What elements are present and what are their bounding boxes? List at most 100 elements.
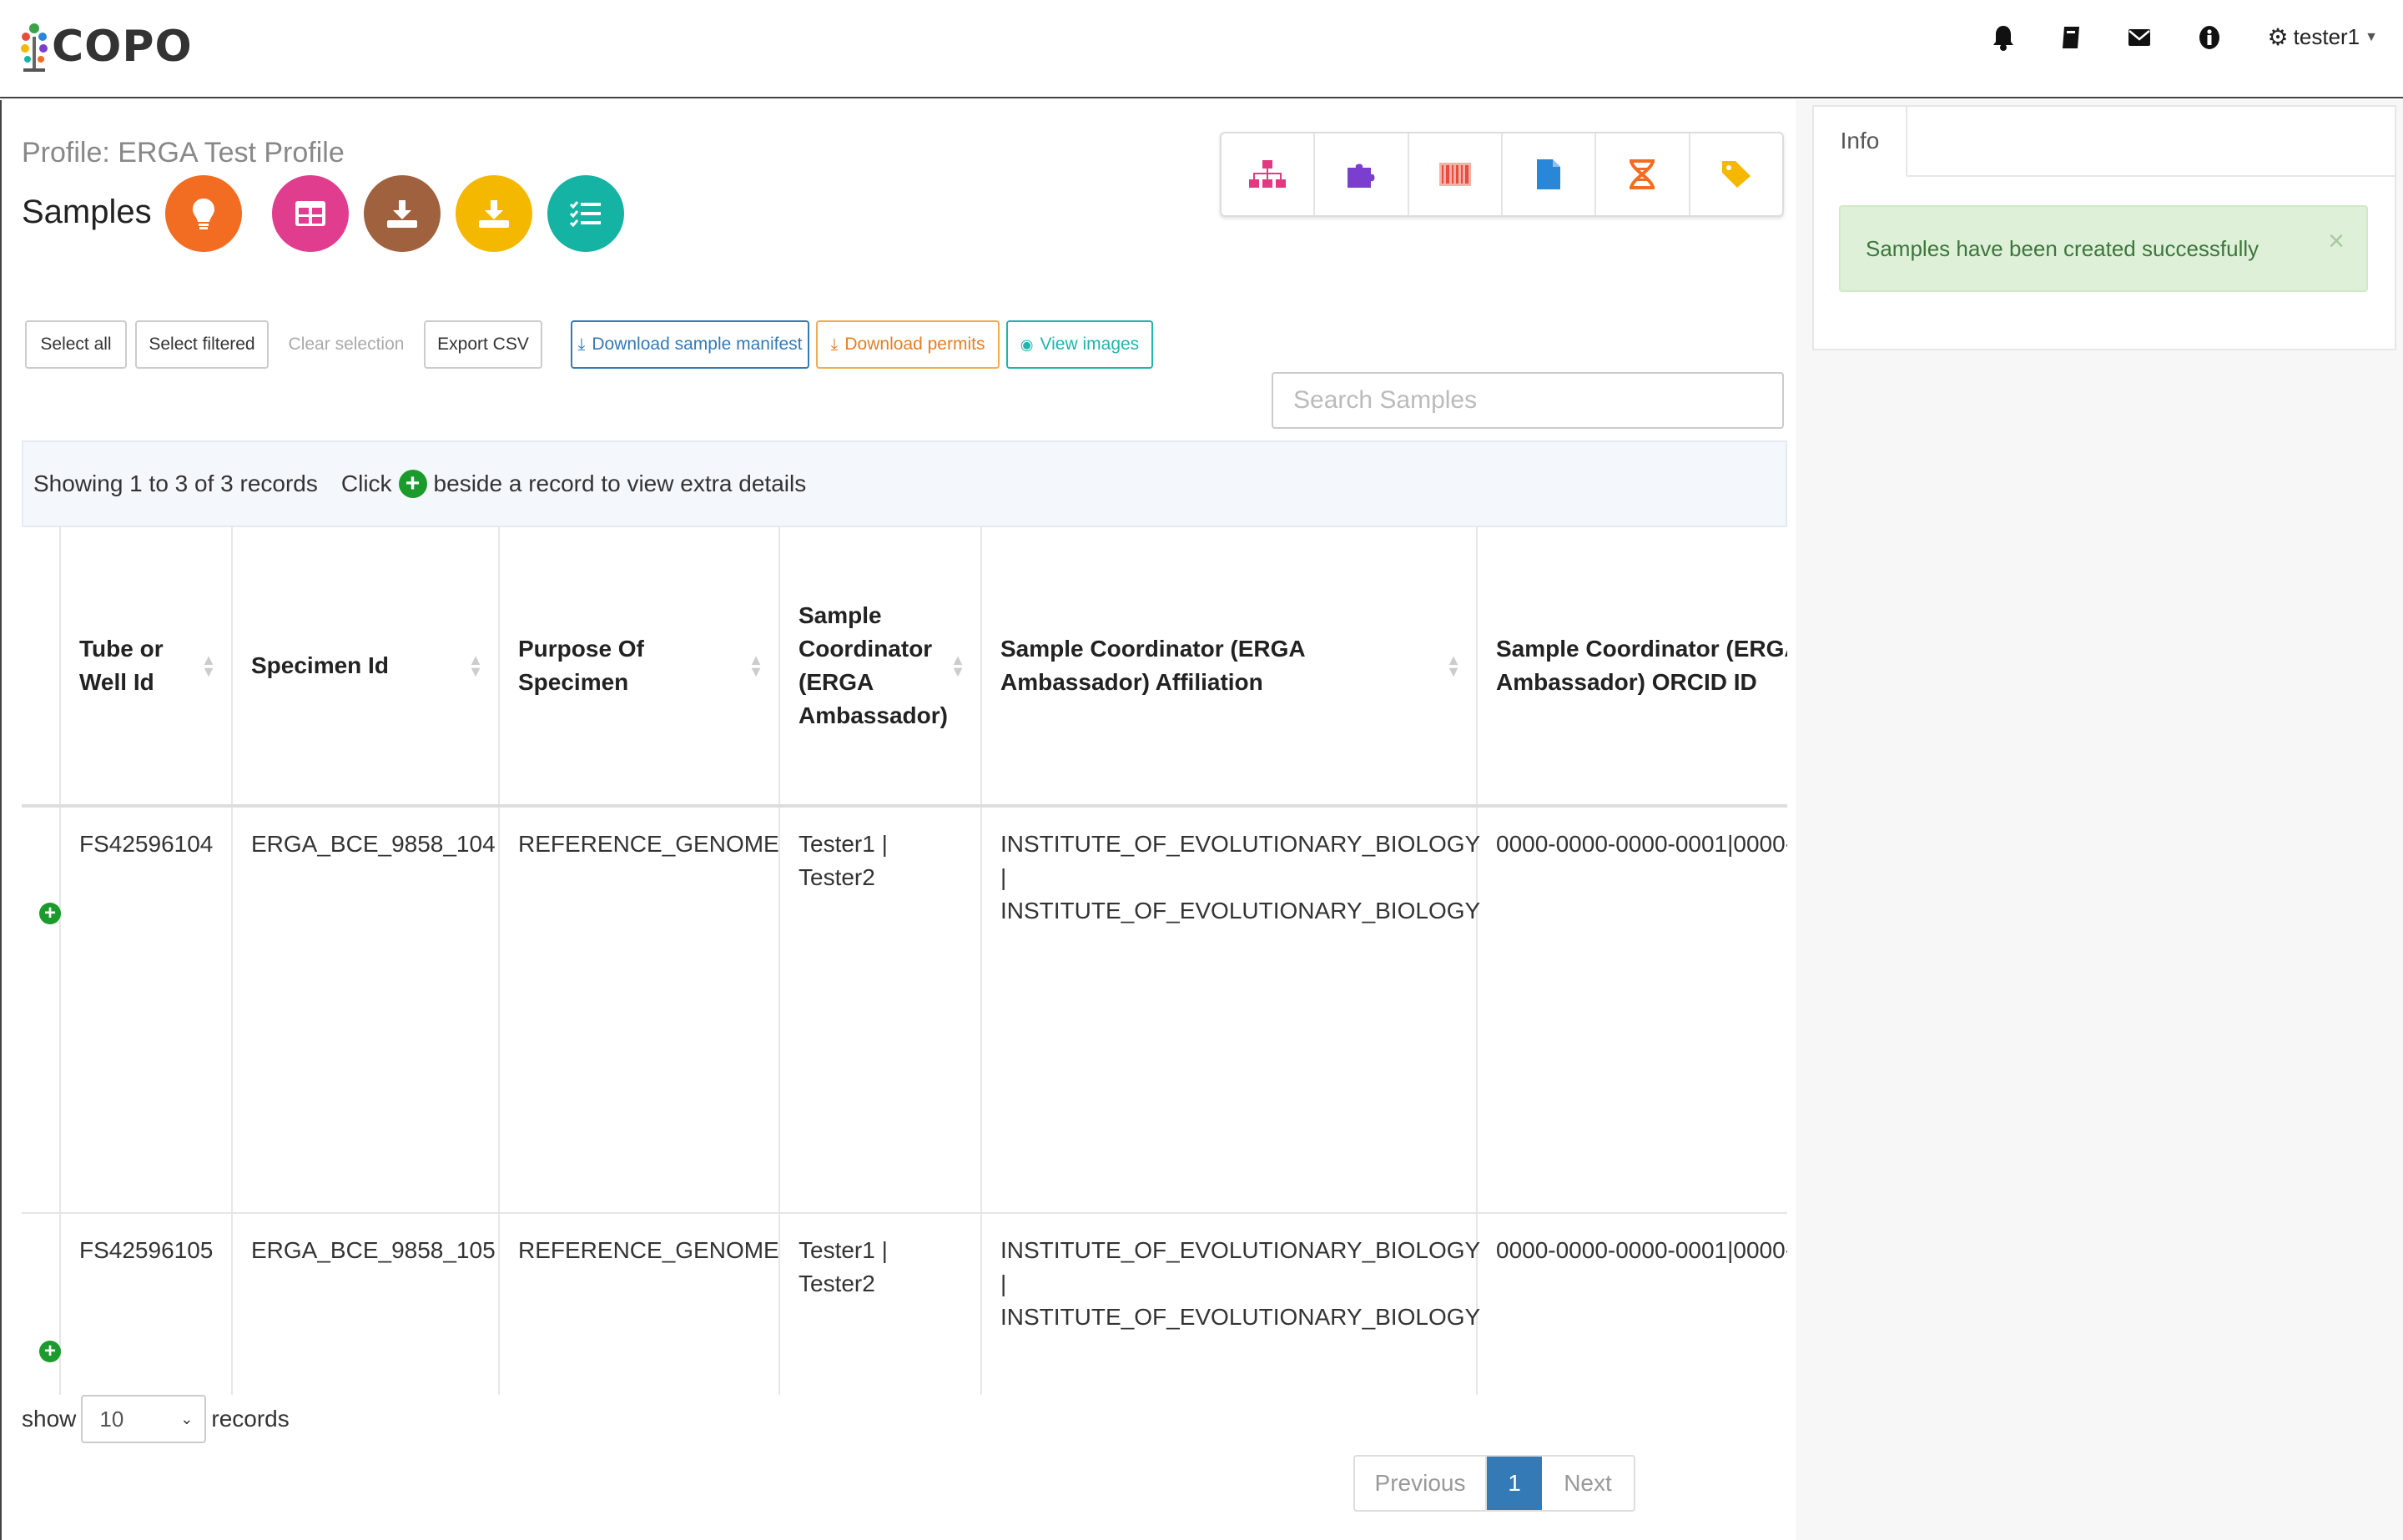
export-csv-button[interactable]: Export CSV bbox=[424, 320, 542, 369]
puzzle-icon bbox=[1348, 164, 1375, 188]
copo-logo[interactable]: COPO bbox=[20, 17, 193, 77]
table-cell: REFERENCE_GENOME bbox=[499, 1213, 780, 1395]
barcode-icon bbox=[1438, 163, 1471, 186]
search-input[interactable]: Search Samples bbox=[1272, 372, 1784, 429]
records-label: records bbox=[211, 1406, 290, 1432]
spreadsheet-button[interactable] bbox=[272, 175, 349, 252]
column-header-purpose[interactable]: Purpose Of Specimen ▲ ▼ bbox=[499, 527, 780, 808]
download-alt-icon bbox=[479, 200, 509, 228]
profile-title: Profile: ERGA Test Profile bbox=[22, 137, 345, 169]
download-icon: ⤓ bbox=[830, 335, 839, 354]
page-size-select[interactable]: 10 ⌄ bbox=[81, 1395, 207, 1443]
download-permits-label: Download permits bbox=[844, 335, 985, 354]
records-info: Showing 1 to 3 of 3 records Click + besi… bbox=[22, 440, 1787, 527]
column-header-label: Tube or Well Id bbox=[79, 636, 164, 695]
tab-info[interactable]: Info bbox=[1814, 107, 1907, 177]
plus-circle-icon: + bbox=[398, 470, 427, 498]
table-row: + FS42596104 ERGA_BCE_9858_104 REFERENCE… bbox=[22, 806, 1787, 1214]
sort-icon: ▲ ▼ bbox=[468, 652, 483, 680]
top-navbar: COPO ⚙ tester1 ▼ bbox=[0, 0, 2403, 98]
page-size-value: 10 bbox=[99, 1406, 124, 1432]
tag-icon bbox=[1721, 161, 1751, 188]
success-alert: Samples have been created successfully × bbox=[1839, 205, 2368, 292]
column-header-label: Sample Coordinator (ERGA Ambassador) ORC… bbox=[1496, 636, 1787, 695]
row-expand-cell: + bbox=[22, 1213, 61, 1395]
lightbulb-icon bbox=[193, 199, 214, 229]
show-label: show bbox=[22, 1406, 77, 1432]
info-circle-icon[interactable] bbox=[2198, 25, 2221, 50]
samples-table: Tube or Well Id ▲ ▼ Specimen Id ▲ ▼ Purpose … bbox=[22, 527, 1787, 1395]
next-page-button[interactable]: Next bbox=[1542, 1457, 1634, 1510]
main-content: Profile: ERGA Test Profile Samples Selec… bbox=[0, 100, 1794, 1540]
column-header-orcid[interactable]: Sample Coordinator (ERGA Ambassador) ORC… bbox=[1477, 527, 1787, 808]
book-icon[interactable] bbox=[2061, 25, 2081, 50]
toolbar-file-button[interactable] bbox=[1503, 133, 1597, 215]
table-cell: ERGA_BCE_9858_105 bbox=[232, 1213, 500, 1395]
toolbar-tag-button[interactable] bbox=[1690, 133, 1782, 215]
toolbar-sequence-button[interactable] bbox=[1596, 133, 1690, 215]
bell-icon[interactable] bbox=[1992, 24, 2014, 51]
column-header-affiliation[interactable]: Sample Coordinator (ERGA Ambassador) Aff… bbox=[981, 527, 1478, 808]
dna-icon bbox=[1630, 159, 1655, 189]
sort-icon: ▲ ▼ bbox=[748, 652, 763, 680]
download-icon: ⤓ bbox=[577, 335, 586, 354]
table-cell: 0000-0000-0000-0001|0000-0000-0000-0002 bbox=[1477, 1213, 1787, 1395]
column-header-label: Sample Coordinator (ERGA Ambassador) Aff… bbox=[1000, 636, 1305, 695]
select-filtered-button[interactable]: Select filtered bbox=[135, 320, 269, 369]
eye-icon: ◉ bbox=[1020, 335, 1034, 353]
sort-icon: ▲ ▼ bbox=[950, 652, 965, 680]
table-icon bbox=[295, 201, 325, 226]
page-size-control: show 10 ⌄ records bbox=[22, 1395, 290, 1443]
column-header-label: Sample Coordinator (ERGA Ambassador) bbox=[798, 602, 948, 728]
hint-text: beside a record to view extra details bbox=[433, 471, 807, 496]
toolbar-barcode-button[interactable] bbox=[1409, 133, 1503, 215]
gear-icon: ⚙ bbox=[2267, 24, 2289, 50]
column-header-label: Purpose Of Specimen bbox=[518, 636, 644, 695]
select-all-button[interactable]: Select all bbox=[25, 320, 127, 369]
alert-message: Samples have been created successfully bbox=[1866, 235, 2259, 261]
download-template-button[interactable] bbox=[364, 175, 441, 252]
download-sample-manifest-button[interactable]: ⤓ Download sample manifest bbox=[571, 320, 809, 369]
column-header-tube-id[interactable]: Tube or Well Id ▲ ▼ bbox=[60, 527, 233, 808]
checklist-icon bbox=[570, 201, 601, 227]
view-images-label: View images bbox=[1040, 335, 1140, 354]
table-cell: INSTITUTE_OF_EVOLUTIONARY_BIOLOGY | INST… bbox=[981, 806, 1480, 1214]
page-1-button[interactable]: 1 bbox=[1487, 1457, 1542, 1510]
column-header-label: Specimen Id bbox=[251, 652, 389, 678]
logo-text: COPO bbox=[52, 22, 193, 72]
table-row: + FS42596105 ERGA_BCE_9858_105 REFERENCE… bbox=[22, 1213, 1787, 1395]
click-text: Click bbox=[340, 471, 392, 496]
table-cell: REFERENCE_GENOME bbox=[499, 806, 780, 1214]
download-icon bbox=[387, 200, 417, 228]
sort-icon: ▲ ▼ bbox=[1446, 652, 1461, 680]
close-icon[interactable]: × bbox=[2328, 225, 2345, 258]
checklist-button[interactable] bbox=[547, 175, 624, 252]
envelope-icon[interactable] bbox=[2128, 28, 2151, 48]
toolbar-sample-button[interactable] bbox=[1315, 133, 1409, 215]
info-panel: Info Samples have been created successfu… bbox=[1812, 105, 2396, 350]
view-images-button[interactable]: ◉ View images bbox=[1006, 320, 1153, 369]
column-header-specimen-id[interactable]: Specimen Id ▲ ▼ bbox=[232, 527, 500, 808]
right-sidebar: Info Samples have been created successfu… bbox=[1796, 100, 2403, 1540]
pagination: Previous 1 Next bbox=[1353, 1455, 1635, 1512]
column-header-control bbox=[22, 527, 61, 808]
tree-logo-icon bbox=[21, 23, 48, 72]
download-sample-manifest-label: Download sample manifest bbox=[592, 335, 803, 354]
username: tester1 bbox=[2293, 24, 2360, 49]
file-icon bbox=[1537, 159, 1561, 189]
column-header-coordinator[interactable]: Sample Coordinator (ERGA Ambassador) ▲ ▼ bbox=[779, 527, 982, 808]
table-cell: FS42596105 bbox=[60, 1213, 233, 1395]
toolbar-profile-button[interactable] bbox=[1222, 133, 1316, 215]
table-cell: Tester1 | Tester2 bbox=[779, 806, 982, 1214]
download-permits-button[interactable]: ⤓ Download permits bbox=[816, 320, 1000, 369]
user-menu[interactable]: ⚙ tester1 ▼ bbox=[2268, 23, 2378, 51]
table-cell: ERGA_BCE_9858_104 bbox=[232, 806, 500, 1214]
previous-page-button[interactable]: Previous bbox=[1355, 1457, 1487, 1510]
quick-tour-button[interactable] bbox=[165, 175, 242, 252]
expand-row-icon[interactable]: + bbox=[39, 1341, 61, 1362]
table-cell: 0000-0000-0000-0001|0000-0000-0000-0002 bbox=[1477, 806, 1787, 1214]
table-cell: Tester1 | Tester2 bbox=[779, 1213, 982, 1395]
clear-selection-button[interactable]: Clear selection bbox=[277, 320, 416, 369]
download-blank-manifest-button[interactable] bbox=[456, 175, 532, 252]
expand-row-icon[interactable]: + bbox=[39, 903, 61, 924]
